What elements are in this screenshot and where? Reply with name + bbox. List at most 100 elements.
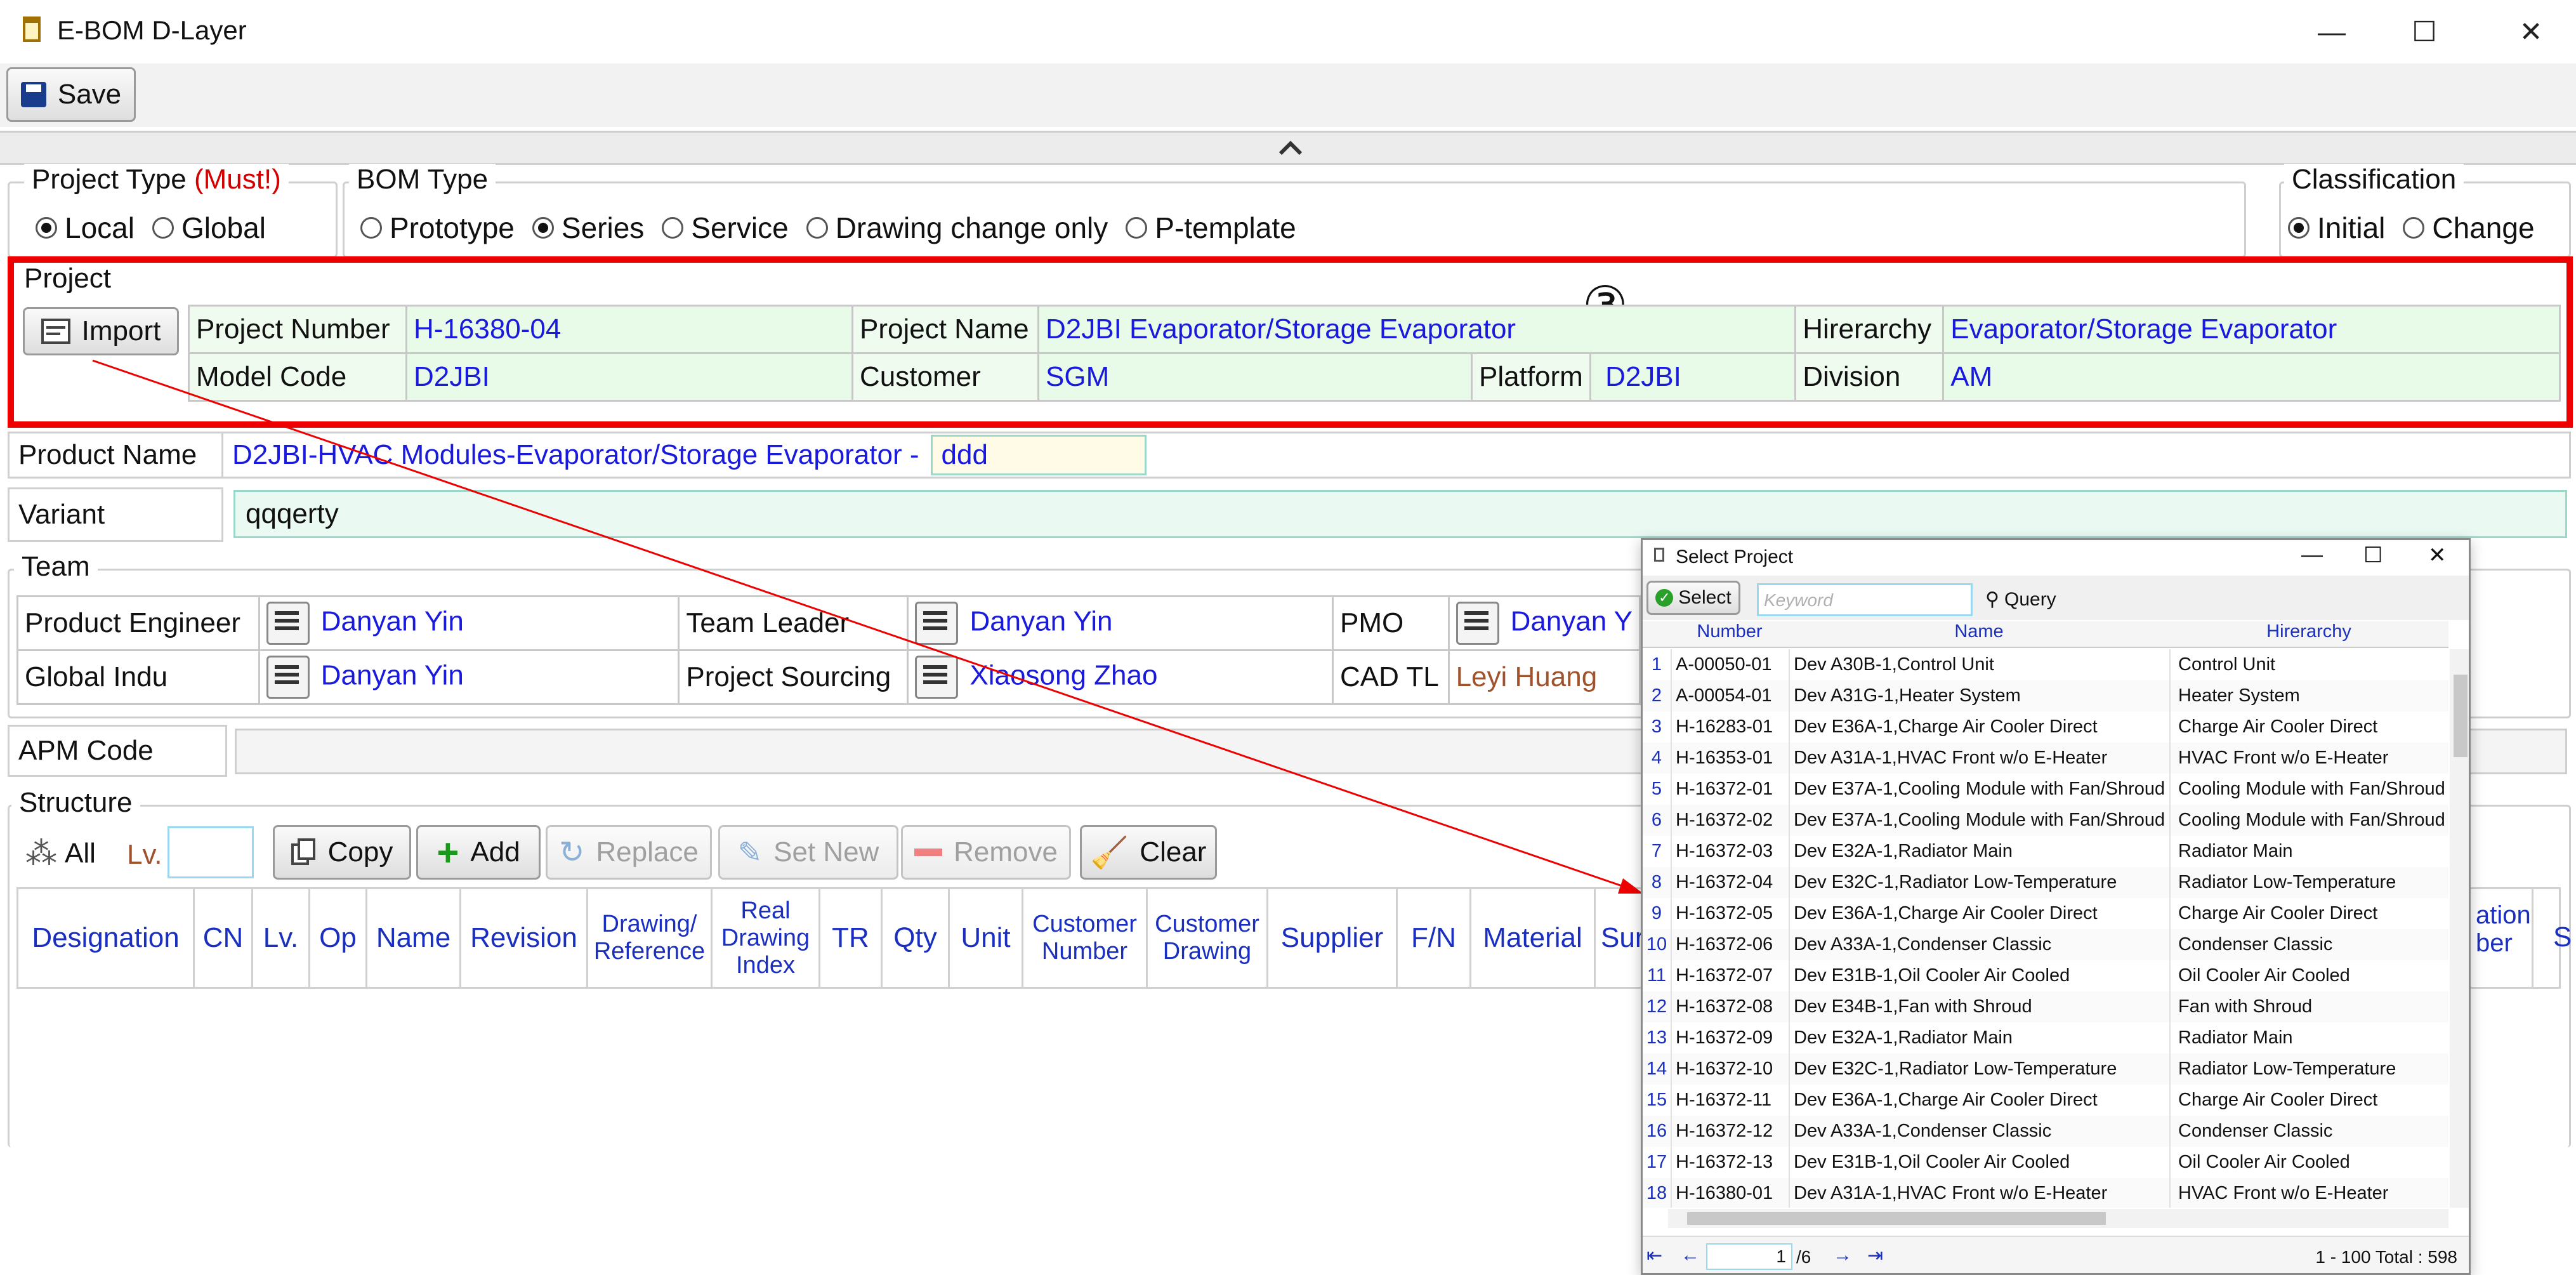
table-row[interactable]: 11 H-16372-07 Dev E31B-1,Oil Cooler Air Co… [1643,960,2448,992]
cell-number: A-00054-01 [1671,680,1789,711]
cell-hierarchy: Radiator Low-Temperature [2169,867,2448,898]
cell-number: H-16372-09 [1671,1022,1789,1054]
cell-hierarchy: HVAC Front w/o E-Heater [2169,1178,2448,1208]
horizontal-scrollbar[interactable] [1668,1209,2448,1228]
last-page-icon[interactable]: ⇥ [1867,1245,1883,1267]
table-row[interactable]: 1 A-00050-01 Dev A30B-1,Control Unit Contro… [1643,649,2448,681]
table-row[interactable]: 14 H-16372-10 Dev E32C-1,Radiator Low-Temp… [1643,1054,2448,1085]
cell-number: H-16372-13 [1671,1147,1789,1178]
row-number: 12 [1646,996,1667,1017]
range-info: 1 - 100 Total : 598 [2315,1247,2457,1267]
table-row[interactable]: 4 H-16353-01 Dev A31A-1,HVAC Front w/o E-H… [1643,743,2448,774]
check-icon: ✓ [1655,589,1674,607]
keyword-placeholder: Keyword [1764,590,1833,610]
table-row[interactable]: 3 H-16283-01 Dev E36A-1,Charge Air Cooler … [1643,711,2448,743]
cell-name: Dev A31A-1,HVAC Front w/o E-Heater [1789,743,2169,774]
dialog-close-button[interactable]: ✕ [2428,543,2447,568]
cell-name: Dev E31B-1,Oil Cooler Air Cooled [1789,960,2169,991]
table-row[interactable]: 8 H-16372-04 Dev E32C-1,Radiator Low-Tempe… [1643,867,2448,899]
row-number: 11 [1646,965,1667,986]
table-row[interactable]: 16 H-16372-12 Dev A33A-1,Condenser Classic… [1643,1116,2448,1147]
row-number: 5 [1651,779,1662,799]
cell-hierarchy: Condenser Classic [2169,929,2448,960]
table-row[interactable]: 17 H-16372-13 Dev E31B-1,Oil Cooler Air Co… [1643,1147,2448,1179]
dialog-title: Select Project [1676,546,1794,567]
cell-name: Dev A33A-1,Condenser Classic [1789,1116,2169,1147]
table-row[interactable]: 2 A-00054-01 Dev A31G-1,Heater System Heate… [1643,680,2448,712]
table-row[interactable]: 18 H-16380-01 Dev A31A-1,HVAC Front w/o E-… [1643,1178,2448,1208]
cell-number: H-16372-12 [1671,1116,1789,1147]
row-number: 3 [1651,717,1662,737]
cell-name: Dev E36A-1,Charge Air Cooler Direct [1789,898,2169,929]
table-row[interactable]: 5 H-16372-01 Dev E37A-1,Cooling Module wit… [1643,774,2448,805]
cell-hierarchy: Cooling Module with Fan/Shroud [2169,774,2448,805]
cell-hierarchy: HVAC Front w/o E-Heater [2169,743,2448,774]
table-row[interactable]: 12 H-16372-08 Dev E34B-1,Fan with Shroud Fa… [1643,991,2448,1023]
cell-name: Dev E32C-1,Radiator Low-Temperature [1789,1054,2169,1085]
select-button[interactable]: ✓ Select [1646,581,1740,615]
cell-number: A-00050-01 [1671,649,1789,680]
col-project-name[interactable]: Name [1789,621,2169,647]
cell-number: H-16372-04 [1671,867,1789,898]
row-number: 1 [1651,654,1662,675]
cell-number: H-16372-10 [1671,1054,1789,1085]
cell-hierarchy: Heater System [2169,680,2448,711]
cell-number: H-16372-06 [1671,929,1789,960]
cell-name: Dev E32C-1,Radiator Low-Temperature [1789,867,2169,898]
table-row[interactable]: 9 H-16372-05 Dev E36A-1,Charge Air Cooler … [1643,898,2448,930]
cell-name: Dev E32A-1,Radiator Main [1789,1022,2169,1054]
vertical-scroll-thumb[interactable] [2454,675,2468,757]
previous-page-icon[interactable]: ← [1681,1245,1700,1266]
cell-hierarchy: Charge Air Cooler Direct [2169,898,2448,929]
cell-number: H-16372-05 [1671,898,1789,929]
cell-number: H-16372-08 [1671,991,1789,1022]
cell-name: Dev A33A-1,Condenser Classic [1789,929,2169,960]
cell-name: Dev E37A-1,Cooling Module with Fan/Shrou… [1789,805,2169,836]
cell-hierarchy: Charge Air Cooler Direct [2169,1085,2448,1116]
row-number: 18 [1646,1183,1667,1203]
cell-number: H-16372-01 [1671,774,1789,805]
dialog-minimize-button[interactable]: — [2301,543,2323,567]
cell-hierarchy: Oil Cooler Air Cooled [2169,960,2448,991]
cell-number: H-16372-03 [1671,836,1789,867]
next-page-icon[interactable]: → [1833,1245,1852,1266]
page-input[interactable]: 1 [1706,1243,1792,1270]
cell-hierarchy: Radiator Main [2169,1022,2448,1054]
horizontal-scroll-thumb[interactable] [1687,1212,2106,1225]
cell-name: Dev E31B-1,Oil Cooler Air Cooled [1789,1147,2169,1178]
cell-name: Dev E36A-1,Charge Air Cooler Direct [1789,1085,2169,1116]
cell-number: H-16372-11 [1671,1085,1789,1116]
cell-name: Dev E34B-1,Fan with Shroud [1789,991,2169,1022]
dialog-grid-header: Number Name Hirerarchy [1643,621,2448,648]
vertical-scrollbar[interactable] [2450,649,2469,1208]
first-page-icon[interactable]: ⇤ [1646,1245,1662,1267]
magnifier-icon: ⚲ [1985,589,1999,610]
dialog-grid-body: 1 A-00050-01 Dev A30B-1,Control Unit Contro… [1643,649,2448,1208]
dialog-maximize-button[interactable]: ☐ [2363,543,2382,568]
table-row[interactable]: 13 H-16372-09 Dev E32A-1,Radiator Main Radi… [1643,1022,2448,1054]
row-number: 4 [1651,748,1662,768]
page-total: /6 [1796,1247,1811,1267]
query-button[interactable]: ⚲ Query [1985,588,2056,611]
cell-hierarchy: Charge Air Cooler Direct [2169,711,2448,743]
col-hierarchy[interactable]: Hirerarchy [2169,621,2448,647]
col-number[interactable]: Number [1671,621,1789,647]
cell-hierarchy: Oil Cooler Air Cooled [2169,1147,2448,1178]
cell-number: H-16353-01 [1671,743,1789,774]
cell-hierarchy: Control Unit [2169,649,2448,680]
cell-number: H-16283-01 [1671,711,1789,743]
keyword-input[interactable]: Keyword [1757,583,1973,616]
table-row[interactable]: 7 H-16372-03 Dev E32A-1,Radiator Main Radia… [1643,836,2448,868]
cell-name: Dev E36A-1,Charge Air Cooler Direct [1789,711,2169,743]
table-row[interactable]: 6 H-16372-02 Dev E37A-1,Cooling Module wit… [1643,805,2448,836]
table-row[interactable]: 10 H-16372-06 Dev A33A-1,Condenser Classic… [1643,929,2448,961]
row-number: 2 [1651,685,1662,706]
row-number: 7 [1651,841,1662,861]
row-number: 8 [1651,872,1662,892]
table-row[interactable]: 15 H-16372-11 Dev E36A-1,Charge Air Cooler… [1643,1085,2448,1116]
row-number: 15 [1646,1090,1667,1110]
cell-name: Dev E32A-1,Radiator Main [1789,836,2169,867]
pager-bar: ⇤ ← 1 /6 → ⇥ 1 - 100 Total : 598 [1643,1236,2469,1273]
row-number: 9 [1651,903,1662,923]
row-number: 10 [1646,934,1667,955]
